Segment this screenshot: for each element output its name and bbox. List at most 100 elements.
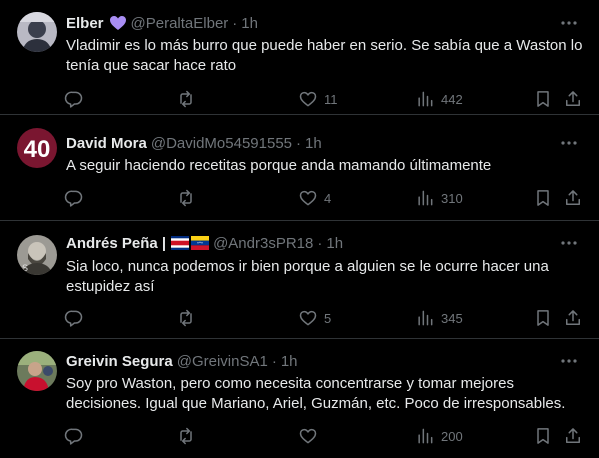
more-icon[interactable] [559,133,579,153]
avatar[interactable]: S [17,235,57,275]
views-button[interactable]: 200 [415,424,463,448]
reply-button[interactable] [64,306,90,330]
reply-icon [64,89,84,109]
tweet-header: Elber @PeraltaElber · 1h [66,13,559,33]
more-icon[interactable] [559,233,579,253]
action-bar: 5 345 [58,306,593,330]
bookmark-button[interactable] [533,424,553,448]
views-button[interactable]: 345 [415,306,463,330]
share-icon [563,308,583,328]
like-button[interactable]: 11 [298,87,338,111]
views-count: 442 [441,91,463,107]
views-count: 310 [441,190,463,206]
tweet-text: Soy pro Waston, pero como necesita conce… [66,375,566,412]
views-chart-icon [415,308,435,328]
display-name[interactable]: Greivin Segura [66,353,173,370]
timestamp[interactable]: 1h [305,135,322,152]
tweet[interactable]: S Andrés Peña | @Andr3sPR18 · 1h Sia loc… [0,221,599,339]
display-name[interactable]: David Mora [66,135,147,152]
views-button[interactable]: 310 [415,186,463,210]
display-name[interactable]: Elber [66,15,104,32]
like-count: 11 [324,91,338,107]
heart-icon [298,308,318,328]
share-icon [563,89,583,109]
avatar[interactable] [17,12,57,52]
bookmark-button[interactable] [533,87,553,111]
repost-button[interactable] [176,424,202,448]
like-count: 5 [324,310,332,326]
reply-icon [64,188,84,208]
costa-rica-flag-icon [171,236,190,250]
reply-button[interactable] [64,424,90,448]
action-bar: 11 442 [58,87,593,111]
views-count: 200 [441,428,463,444]
separator: · [232,14,238,32]
bookmark-button[interactable] [533,186,553,210]
user-handle[interactable]: @GreivinSA1 [177,353,268,370]
like-button[interactable]: 5 [298,306,331,330]
tweet-header: Andrés Peña | @Andr3sPR18 · 1h [66,233,559,253]
bookmark-icon [533,89,553,109]
share-button[interactable] [563,87,583,111]
display-name[interactable]: Andrés Peña | [66,235,166,252]
share-icon [563,426,583,446]
user-handle[interactable]: @Andr3sPR18 [213,235,313,252]
avatar[interactable] [17,351,57,391]
tweet[interactable]: Greivin Segura @GreivinSA1 · 1h Soy pro … [0,339,599,458]
purple-heart-icon [109,15,127,31]
user-handle[interactable]: @PeraltaElber [131,15,229,32]
repost-icon [176,308,196,328]
separator: · [317,234,323,252]
views-chart-icon [415,426,435,446]
tweet-text: Vladimir es lo más burro que puede haber… [66,37,583,74]
timestamp[interactable]: 1h [281,353,298,370]
timestamp[interactable]: 1h [241,15,258,32]
reply-icon [64,426,84,446]
venezuela-flag-icon [191,236,210,250]
repost-icon [176,89,196,109]
reply-button[interactable] [64,186,90,210]
like-button[interactable]: 4 [298,186,331,210]
separator: · [296,134,302,152]
share-button[interactable] [563,424,583,448]
bookmark-icon [533,426,553,446]
heart-icon [298,89,318,109]
action-bar: 200 [58,424,593,448]
reply-button[interactable] [64,87,90,111]
repost-icon [176,426,196,446]
reply-icon [64,308,84,328]
user-handle[interactable]: @DavidMo54591555 [151,135,292,152]
tweet-header: David Mora @DavidMo54591555 · 1h [66,133,559,153]
more-icon[interactable] [559,13,579,33]
tweet[interactable]: Elber @PeraltaElber · 1h Vladimir es lo … [0,0,599,115]
svg-text:S: S [22,263,28,273]
avatar[interactable]: 40 [17,128,57,168]
heart-icon [298,188,318,208]
share-button[interactable] [563,186,583,210]
views-button[interactable]: 442 [415,87,463,111]
like-count: 4 [324,190,332,206]
views-count: 345 [441,310,463,326]
more-icon[interactable] [559,351,579,371]
repost-button[interactable] [176,186,202,210]
tweet-text: A seguir haciendo recetitas porque anda … [66,157,492,174]
heart-icon [298,426,318,446]
tweet[interactable]: 40 David Mora @DavidMo54591555 · 1h A se… [0,115,599,221]
repost-button[interactable] [176,87,202,111]
share-button[interactable] [563,306,583,330]
repost-icon [176,188,196,208]
tweet-text: Sia loco, nunca podemos ir bien porque a… [66,258,549,295]
timestamp[interactable]: 1h [326,235,343,252]
views-chart-icon [415,188,435,208]
bookmark-icon [533,188,553,208]
flags-icon [171,236,210,250]
share-icon [563,188,583,208]
views-chart-icon [415,89,435,109]
bookmark-button[interactable] [533,306,553,330]
repost-button[interactable] [176,306,202,330]
avatar-label: 40 [24,136,51,163]
tweet-header: Greivin Segura @GreivinSA1 · 1h [66,351,559,371]
separator: · [271,352,277,370]
like-button[interactable] [298,424,324,448]
bookmark-icon [533,308,553,328]
